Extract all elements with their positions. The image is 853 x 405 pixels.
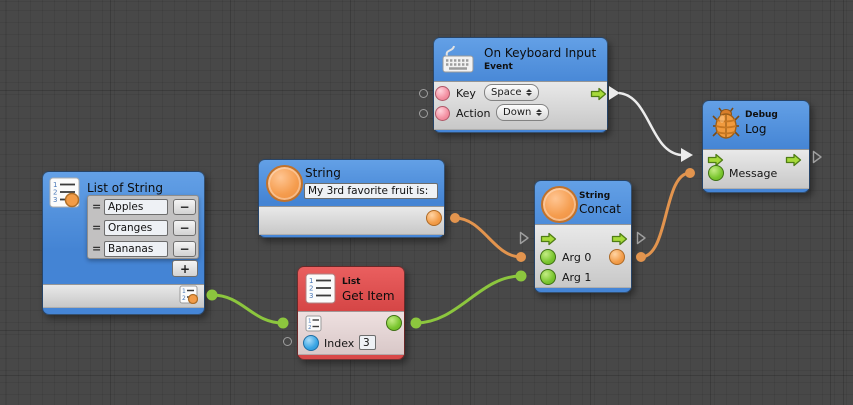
node-category: Debug xyxy=(745,110,778,120)
list-item-input[interactable] xyxy=(104,199,168,215)
drag-handle-icon[interactable]: = xyxy=(92,242,101,255)
wire-endpoint xyxy=(207,290,218,301)
unconnected-port-indicator xyxy=(419,109,428,118)
remove-item-button[interactable]: − xyxy=(173,241,196,257)
index-input[interactable] xyxy=(359,335,376,350)
svg-text:1: 1 xyxy=(182,288,186,295)
control-output-port[interactable] xyxy=(590,87,607,101)
unconnected-port-indicator xyxy=(283,337,292,346)
dropdown-arrows-icon xyxy=(536,109,542,116)
item-output-port[interactable] xyxy=(386,315,402,331)
node-get-item[interactable]: 1 2 3 List Get Item 1 2 Index xyxy=(297,266,405,360)
wire-start-arrow xyxy=(609,86,620,100)
unconnected-port-indicator xyxy=(636,231,647,245)
add-item-button[interactable]: + xyxy=(172,260,198,277)
list-input-port[interactable]: 1 2 xyxy=(305,315,322,332)
list-icon: 1 2 3 xyxy=(305,273,336,304)
control-input-port[interactable] xyxy=(540,232,557,246)
node-subtitle: Event xyxy=(484,62,513,72)
message-port[interactable] xyxy=(708,165,724,181)
index-port[interactable] xyxy=(303,335,319,351)
node-title: Log xyxy=(745,122,766,136)
wire-endpoint xyxy=(411,318,422,329)
unconnected-port-indicator xyxy=(519,231,530,245)
wire-endpoint xyxy=(636,252,646,262)
control-output-port[interactable] xyxy=(785,153,802,167)
string-value-input[interactable] xyxy=(304,183,438,199)
list-item-input[interactable] xyxy=(104,241,168,257)
unconnected-port-indicator xyxy=(419,89,428,98)
node-category: String xyxy=(579,191,610,201)
wire-end-arrow xyxy=(681,148,693,162)
wire-endpoint xyxy=(516,271,527,282)
wire-endpoint xyxy=(685,168,695,178)
node-on-keyboard-input[interactable]: On Keyboard Input Event Key Space Action… xyxy=(433,37,608,133)
key-port[interactable] xyxy=(435,86,450,101)
node-string-literal[interactable]: String xyxy=(258,159,445,238)
graph-canvas[interactable]: On Keyboard Input Event Key Space Action… xyxy=(0,0,853,405)
wire-item-to-arg1[interactable] xyxy=(416,276,521,323)
action-port[interactable] xyxy=(435,106,450,121)
node-title: String xyxy=(305,166,341,180)
bug-icon xyxy=(712,106,740,142)
node-title: Get Item xyxy=(342,289,395,303)
list-icon: 1 2 3 xyxy=(49,177,80,208)
svg-text:3: 3 xyxy=(53,196,57,204)
string-circle-icon xyxy=(541,186,578,223)
action-dropdown[interactable]: Down xyxy=(496,104,549,121)
string-circle-icon xyxy=(266,165,303,202)
list-output-port[interactable]: 1 2 xyxy=(179,285,198,304)
svg-text:2: 2 xyxy=(182,295,186,302)
arg1-port-label: Arg 1 xyxy=(562,271,591,284)
node-list-of-string[interactable]: 1 2 3 List of String = − = − = − + xyxy=(42,171,205,315)
message-port-label: Message xyxy=(729,167,777,180)
wire-endpoint xyxy=(450,213,460,223)
svg-text:1: 1 xyxy=(308,319,312,325)
arg0-port-label: Arg 0 xyxy=(562,251,591,264)
wire-string-to-arg0[interactable] xyxy=(455,218,521,257)
node-string-concat[interactable]: String Concat Arg 0 Arg 1 xyxy=(534,180,632,293)
list-item-input[interactable] xyxy=(104,220,168,236)
key-port-label: Key xyxy=(456,87,476,100)
wire-list-to-getitem[interactable] xyxy=(212,295,283,323)
list-items-panel: = − = − = − xyxy=(87,195,199,259)
node-title: List of String xyxy=(87,181,163,195)
node-debug-log[interactable]: Debug Log Message xyxy=(702,100,810,193)
action-port-label: Action xyxy=(456,107,490,120)
dropdown-arrows-icon xyxy=(526,89,532,96)
drag-handle-icon[interactable]: = xyxy=(92,200,101,213)
remove-item-button[interactable]: − xyxy=(173,220,196,236)
string-output-port[interactable] xyxy=(426,210,442,226)
node-title: Concat xyxy=(579,202,621,216)
node-title: On Keyboard Input xyxy=(484,46,596,60)
wire-endpoint xyxy=(516,252,526,262)
wire-result-to-message[interactable] xyxy=(641,173,690,257)
key-dropdown[interactable]: Space xyxy=(484,84,539,101)
result-output-port[interactable] xyxy=(609,249,625,265)
keyboard-icon xyxy=(441,44,475,76)
node-category: List xyxy=(342,277,360,287)
arg0-port[interactable] xyxy=(540,249,556,265)
svg-text:2: 2 xyxy=(308,325,312,331)
unconnected-port-indicator xyxy=(812,150,823,164)
svg-text:3: 3 xyxy=(309,292,313,300)
wire-endpoint xyxy=(278,318,289,329)
drag-handle-icon[interactable]: = xyxy=(92,221,101,234)
remove-item-button[interactable]: − xyxy=(173,199,196,215)
wire-control-keyboard-to-log[interactable] xyxy=(619,93,681,155)
arg1-port[interactable] xyxy=(540,269,556,285)
control-output-port[interactable] xyxy=(611,232,628,246)
index-port-label: Index xyxy=(324,337,354,350)
